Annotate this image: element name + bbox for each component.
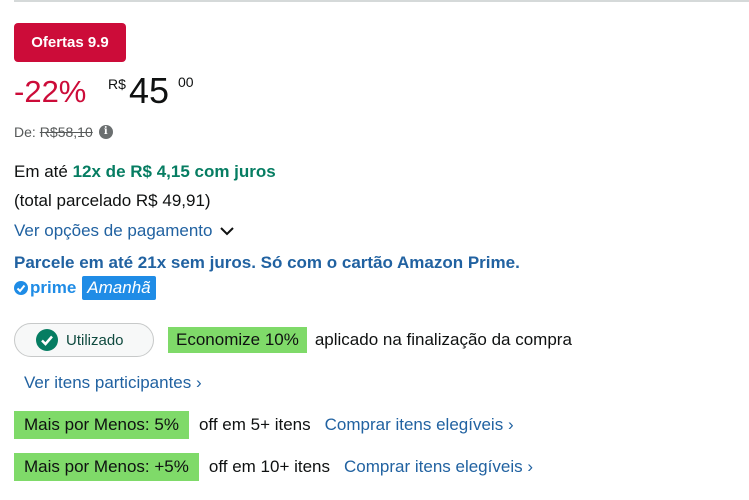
list-price: De: R$58,10 i	[14, 124, 113, 140]
chevron-right-icon: ›	[196, 373, 202, 392]
price-fraction: 00	[178, 74, 194, 90]
prime-card-offer-link[interactable]: Parcele em até 21x sem juros. Só com o c…	[14, 253, 520, 273]
tier-row: Mais por Menos: 5% off em 5+ itens Compr…	[14, 411, 514, 439]
installments-total: (total parcelado R$ 49,91)	[14, 191, 211, 210]
tier-badge: Mais por Menos: +5%	[14, 453, 199, 481]
installments-prefix: Em até	[14, 162, 68, 181]
prime-logo: prime	[30, 278, 77, 297]
shop-eligible-items-link[interactable]: Comprar itens elegíveis ›	[344, 457, 533, 477]
payment-options-label: Ver opções de pagamento	[14, 221, 213, 240]
tier-condition: off em 5+ itens	[198, 415, 311, 434]
check-icon	[36, 329, 58, 351]
tier-row: Mais por Menos: +5% off em 10+ itens Com…	[14, 453, 533, 481]
chevron-right-icon: ›	[527, 457, 533, 476]
divider	[14, 0, 749, 2]
delivery-day-badge: Amanhã	[82, 276, 156, 300]
list-price-label: De:	[14, 124, 36, 140]
chevron-right-icon: ›	[507, 415, 514, 434]
prime-check-icon	[14, 281, 28, 295]
shop-eligible-items-label: Comprar itens elegíveis	[344, 457, 523, 476]
coupon-row: Utilizado Economize 10% aplicado na fina…	[14, 323, 572, 357]
tier-condition: off em 10+ itens	[208, 457, 331, 476]
currency-symbol: R$	[108, 76, 126, 92]
payment-options-link[interactable]: Ver opções de pagamento	[14, 221, 235, 241]
tier-badge: Mais por Menos: 5%	[14, 411, 189, 439]
price-whole: 45	[129, 70, 170, 111]
prime-delivery: prime Amanhã	[14, 276, 156, 300]
coupon-status-pill: Utilizado	[14, 323, 154, 357]
coupon-description: aplicado na finalização da compra	[314, 330, 572, 349]
info-icon[interactable]: i	[98, 125, 113, 139]
coupon-status: Utilizado	[66, 331, 124, 349]
installments-line: Em até 12x de R$ 4,15 com juros	[14, 162, 276, 182]
chevron-down-icon	[220, 227, 235, 236]
list-price-value: R$58,10	[39, 124, 93, 140]
discount-percent: -22%	[14, 74, 87, 109]
participating-items-label: Ver itens participantes	[24, 373, 192, 392]
installments-highlight: 12x de R$ 4,15 com juros	[72, 162, 276, 181]
coupon-savings-badge: Economize 10%	[168, 327, 307, 353]
shop-eligible-items-link[interactable]: Comprar itens elegíveis ›	[325, 415, 514, 435]
participating-items-link[interactable]: Ver itens participantes ›	[24, 373, 202, 393]
shop-eligible-items-label: Comprar itens elegíveis	[324, 415, 504, 434]
deal-badge: Ofertas 9.9	[14, 23, 126, 62]
